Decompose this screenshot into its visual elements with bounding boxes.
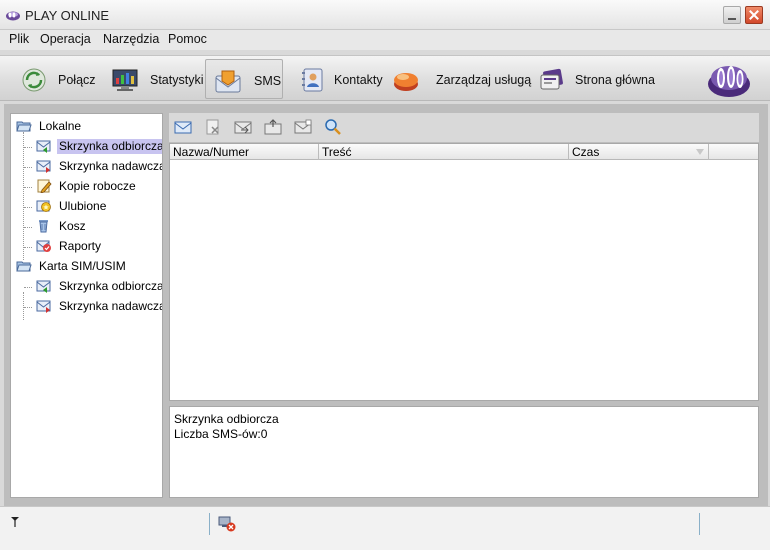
close-button[interactable] xyxy=(745,6,763,24)
forward-message-icon[interactable] xyxy=(234,119,252,135)
tree-item-label: Skrzynka nadawcza xyxy=(59,159,163,173)
tree-item-label: Skrzynka odbiorcza xyxy=(57,139,162,154)
menu-plik[interactable]: Plik xyxy=(9,32,29,46)
minimize-button[interactable] xyxy=(723,6,741,24)
tree-group-karta-sim[interactable]: Karta SIM/USIM xyxy=(16,259,161,275)
sms-action-toolbar xyxy=(169,113,759,142)
tree-item-label: Skrzynka nadawcza xyxy=(59,299,163,313)
tree-item-label: Kosz xyxy=(59,219,86,233)
tree-item-sim-skrzynka-odbiorcza[interactable]: Skrzynka odbiorcza xyxy=(36,279,163,295)
main-toolbar: Połącz Statystyki SMS Kontakty Zarządzaj… xyxy=(0,55,770,101)
tree-item-sim-skrzynka-nadawcza[interactable]: Skrzynka nadawcza xyxy=(36,299,163,315)
contacts-label: Kontakty xyxy=(334,73,383,87)
manage-service-button[interactable]: Zarządzaj usługą xyxy=(390,59,535,99)
info-folder-name: Skrzynka odbiorcza xyxy=(174,412,279,426)
statistics-icon xyxy=(112,69,138,91)
sms-label: SMS xyxy=(254,74,282,88)
folder-open-icon xyxy=(16,261,32,272)
new-message-icon[interactable] xyxy=(174,119,192,135)
connect-button[interactable]: Połącz xyxy=(15,59,103,99)
column-header-content[interactable]: Treść xyxy=(319,144,569,160)
outbox-icon xyxy=(36,160,51,173)
column-header-time[interactable]: Czas xyxy=(569,144,709,160)
play-logo-icon xyxy=(6,11,20,21)
menu-operacja[interactable]: Operacja xyxy=(40,32,91,46)
tree-item-label: Kopie robocze xyxy=(59,179,136,193)
contacts-button[interactable]: Kontakty xyxy=(293,59,385,99)
inbox-icon xyxy=(36,140,51,153)
home-page-icon xyxy=(540,68,563,90)
signal-antenna-icon xyxy=(11,517,19,527)
column-header-filler xyxy=(709,144,758,160)
folder-tree: Lokalne Skrzynka odbiorcza Skrzynka nada… xyxy=(10,113,163,498)
tree-item-kosz[interactable]: Kosz xyxy=(36,219,162,235)
tree-item-label: Raporty xyxy=(59,239,102,253)
tree-item-kopie-robocze[interactable]: Kopie robocze xyxy=(36,179,162,195)
contacts-icon xyxy=(302,68,323,92)
tree-item-label: Ulubione xyxy=(59,199,107,213)
status-bar xyxy=(0,506,770,550)
home-page-label: Strona główna xyxy=(575,73,655,87)
sort-descending-icon xyxy=(696,149,704,155)
statistics-button[interactable]: Statystyki xyxy=(106,59,204,99)
title-bar: PLAY ONLINE xyxy=(0,0,770,30)
folder-open-icon xyxy=(16,121,32,132)
sms-icon xyxy=(215,70,241,93)
manage-service-label: Zarządzaj usługą xyxy=(436,73,532,87)
column-header-time-label: Czas xyxy=(572,145,600,159)
home-page-button[interactable]: Strona główna xyxy=(537,59,662,99)
tree-item-skrzynka-nadawcza[interactable]: Skrzynka nadawcza xyxy=(36,159,163,175)
play-brand-logo xyxy=(708,66,750,97)
disconnected-icon xyxy=(218,516,236,532)
window-title: PLAY ONLINE xyxy=(25,8,110,23)
column-header-name[interactable]: Nazwa/Numer xyxy=(170,144,319,160)
manage-service-icon xyxy=(394,73,418,91)
tree-item-raporty[interactable]: Raporty xyxy=(36,239,162,255)
info-sms-count: Liczba SMS-ów:0 xyxy=(174,427,268,441)
tree-item-ulubione[interactable]: Ulubione xyxy=(36,199,162,215)
move-message-icon[interactable] xyxy=(294,119,312,135)
connect-label: Połącz xyxy=(58,73,96,87)
tree-group-label: Lokalne xyxy=(39,119,82,133)
list-header: Nazwa/Numer Treść Czas xyxy=(170,144,758,160)
connect-icon xyxy=(22,68,46,92)
favorites-icon xyxy=(36,200,51,212)
reply-message-icon[interactable] xyxy=(264,119,282,135)
tree-group-label: Karta SIM/USIM xyxy=(39,259,126,273)
drafts-icon xyxy=(37,179,52,193)
inbox-icon xyxy=(36,280,51,293)
search-icon[interactable] xyxy=(324,119,342,135)
trash-icon xyxy=(39,220,48,233)
tree-item-label: Skrzynka odbiorcza xyxy=(59,279,163,293)
statistics-label: Statystyki xyxy=(150,73,204,87)
message-list: Nazwa/Numer Treść Czas xyxy=(169,143,759,401)
delete-message-icon[interactable] xyxy=(204,119,222,135)
sms-button[interactable]: SMS xyxy=(205,59,283,99)
menu-narzedzia[interactable]: Narzędzia xyxy=(103,32,159,46)
tree-item-skrzynka-odbiorcza[interactable]: Skrzynka odbiorcza xyxy=(36,139,162,155)
folder-info-pane: Skrzynka odbiorcza Liczba SMS-ów:0 xyxy=(169,406,759,498)
reports-icon xyxy=(36,240,51,252)
menu-bar: Plik Operacja Narzędzia Pomoc xyxy=(0,30,770,50)
menu-pomoc[interactable]: Pomoc xyxy=(168,32,207,46)
tree-group-lokalne[interactable]: Lokalne xyxy=(16,119,161,135)
outbox-icon xyxy=(36,300,51,313)
